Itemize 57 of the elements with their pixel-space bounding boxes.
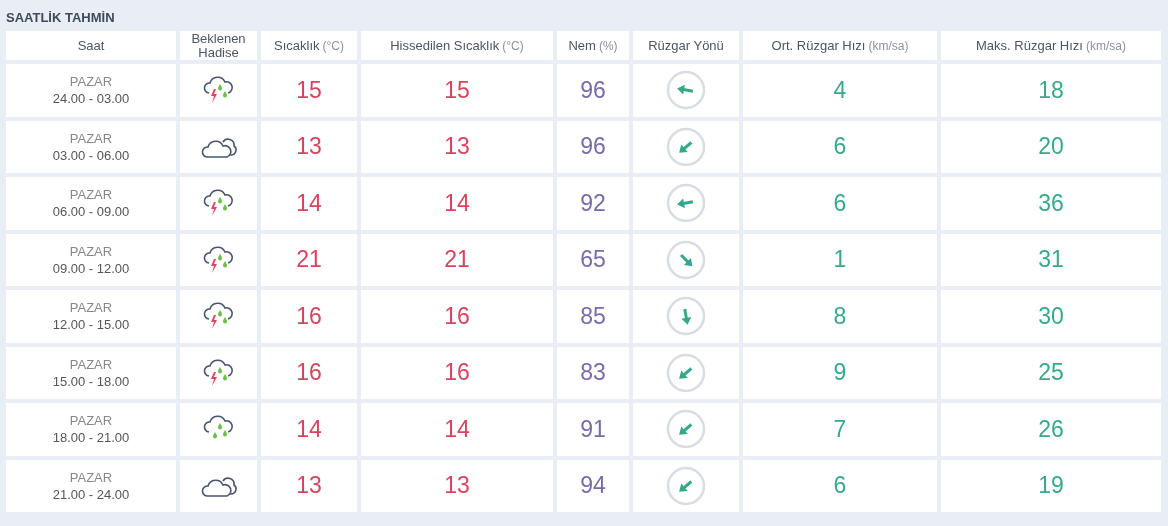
table-cell: 14	[261, 403, 357, 456]
table-cell: 14	[361, 403, 553, 456]
table-cell: 1	[743, 233, 937, 286]
table-cell: 13	[261, 120, 357, 173]
table-cell: 21	[361, 233, 553, 286]
section-title: SAATLİK TAHMİN	[6, 9, 116, 27]
table-cell: 18	[941, 64, 1161, 117]
table-cell: 85	[557, 290, 629, 343]
table-cell: PAZAR 24.00 - 03.00	[6, 64, 176, 117]
table-cell: 19	[941, 459, 1161, 512]
table-cell: 96	[557, 64, 629, 117]
table-cell: 16	[361, 290, 553, 343]
table-cell: 6	[743, 120, 937, 173]
column-header: Nem (%)	[557, 31, 629, 60]
column-header: Ort. Rüzgar Hızı (km/sa)	[743, 31, 937, 60]
table-cell: 94	[557, 459, 629, 512]
table-cell: 6	[743, 459, 937, 512]
table-cell: 9	[743, 346, 937, 399]
table-cell: 13	[261, 459, 357, 512]
table-cell: PAZAR 18.00 - 21.00	[6, 403, 176, 456]
table-cell: 20	[941, 120, 1161, 173]
table-cell: 36	[941, 177, 1161, 230]
column-header: Beklenen Hadise	[180, 31, 257, 60]
table-cell: 16	[261, 346, 357, 399]
table-cell: 83	[557, 346, 629, 399]
table-cell: 26	[941, 403, 1161, 456]
table-cell: 16	[261, 290, 357, 343]
table-cell: 31	[941, 233, 1161, 286]
table-cell: 91	[557, 403, 629, 456]
table-cell: 4	[743, 64, 937, 117]
column-header: Maks. Rüzgar Hızı (km/sa)	[941, 31, 1161, 60]
table-cell: 13	[361, 459, 553, 512]
table-cell: 14	[261, 177, 357, 230]
table-cell: 16	[361, 346, 553, 399]
table-cell: PAZAR 09.00 - 12.00	[6, 233, 176, 286]
table-cell: 14	[361, 177, 553, 230]
table-cell: 13	[361, 120, 553, 173]
table-cell: 8	[743, 290, 937, 343]
table-cell: 15	[261, 64, 357, 117]
table-cell: 96	[557, 120, 629, 173]
table-cell: 21	[261, 233, 357, 286]
table-cell: PAZAR 21.00 - 24.00	[6, 459, 176, 512]
table-cell: 15	[361, 64, 553, 117]
column-header: Hissedilen Sıcaklık (°C)	[361, 31, 553, 60]
column-header: Rüzgar Yönü	[633, 31, 739, 60]
table-cell: PAZAR 12.00 - 15.00	[6, 290, 176, 343]
column-header: Sıcaklık (°C)	[261, 31, 357, 60]
table-cell: PAZAR 06.00 - 09.00	[6, 177, 176, 230]
table-cell: 65	[557, 233, 629, 286]
table-cell: PAZAR 15.00 - 18.00	[6, 346, 176, 399]
table-cell: 92	[557, 177, 629, 230]
table-cell: PAZAR 03.00 - 06.00	[6, 120, 176, 173]
column-header: Saat	[6, 31, 176, 60]
table-cell: 25	[941, 346, 1161, 399]
table-cell: 30	[941, 290, 1161, 343]
table-cell: 7	[743, 403, 937, 456]
table-cell: 6	[743, 177, 937, 230]
